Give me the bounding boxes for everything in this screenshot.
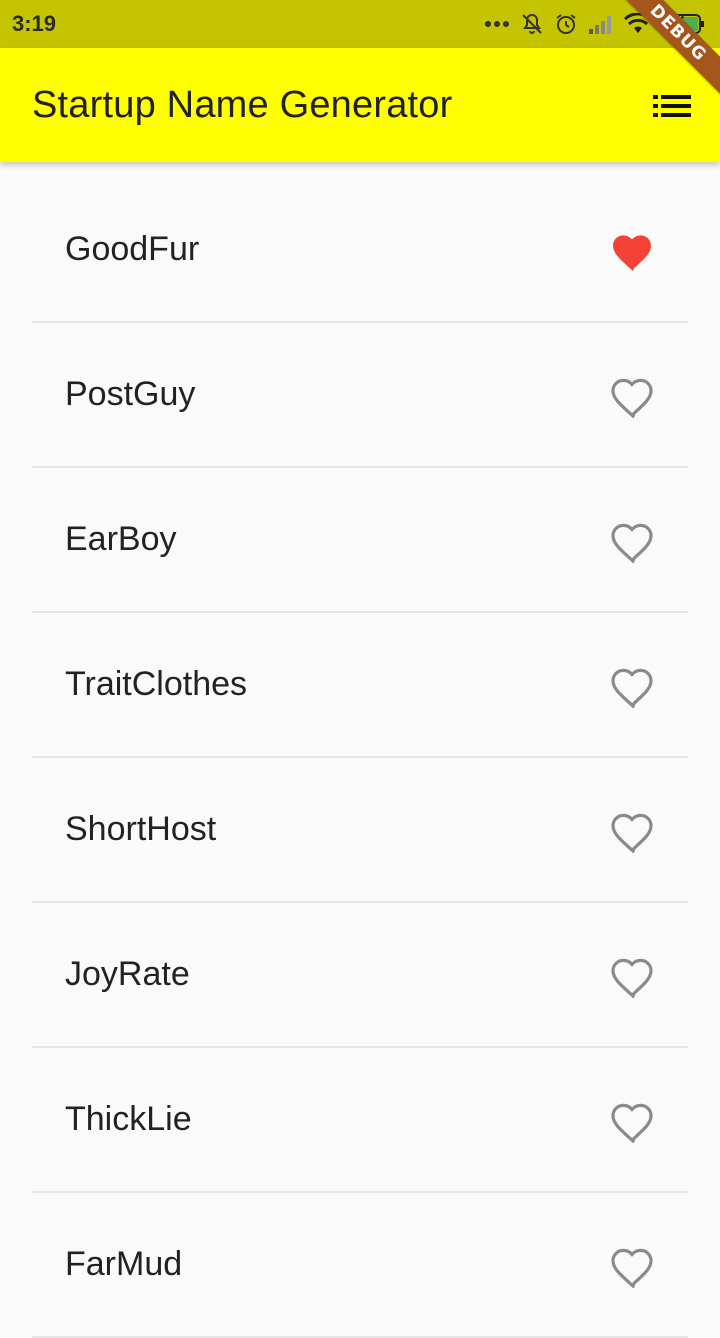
- favorite-border-icon[interactable]: [610, 668, 654, 708]
- list-item[interactable]: ThickLie: [32, 1048, 688, 1193]
- list-item[interactable]: PostGuy: [32, 323, 688, 468]
- status-time: 3:19: [12, 11, 57, 36]
- saved-list-button[interactable]: [646, 88, 698, 124]
- favorite-border-icon[interactable]: [610, 523, 654, 563]
- favorite-icon[interactable]: [610, 233, 654, 273]
- startup-name-list: GoodFur PostGuy EarBoy TraitClothes ShortHos…: [0, 162, 720, 1338]
- favorite-border-icon[interactable]: [610, 813, 654, 853]
- startup-name-label: GoodFur: [65, 230, 200, 268]
- startup-name-label: ThickLie: [65, 1100, 192, 1138]
- startup-name-label: PostGuy: [65, 375, 196, 413]
- startup-name-label: ShortHost: [65, 810, 217, 848]
- favorite-border-icon[interactable]: [610, 1248, 654, 1288]
- app-title: Startup Name Generator: [32, 84, 453, 126]
- more-dots-icon: [485, 21, 509, 27]
- startup-name-label: FarMud: [65, 1245, 183, 1283]
- status-bar: 3:19: [0, 0, 720, 48]
- list-item[interactable]: JoyRate: [32, 903, 688, 1048]
- list-item[interactable]: EarBoy: [32, 468, 688, 613]
- startup-name-label: TraitClothes: [65, 665, 248, 703]
- startup-name-label: EarBoy: [65, 520, 177, 558]
- list-item[interactable]: ShortHost: [32, 758, 688, 903]
- startup-name-label: JoyRate: [65, 955, 190, 993]
- list-item[interactable]: TraitClothes: [32, 613, 688, 758]
- favorite-border-icon[interactable]: [610, 1103, 654, 1143]
- app-bar: Startup Name Generator: [0, 48, 720, 162]
- notifications-off-icon: [522, 13, 542, 34]
- favorite-border-icon[interactable]: [610, 958, 654, 998]
- signal-icon: [589, 16, 611, 34]
- list-icon: [653, 95, 691, 117]
- list-item[interactable]: GoodFur: [32, 162, 688, 323]
- alarm-icon: [556, 14, 576, 34]
- list-item[interactable]: FarMud: [32, 1193, 688, 1338]
- favorite-border-icon[interactable]: [610, 378, 654, 418]
